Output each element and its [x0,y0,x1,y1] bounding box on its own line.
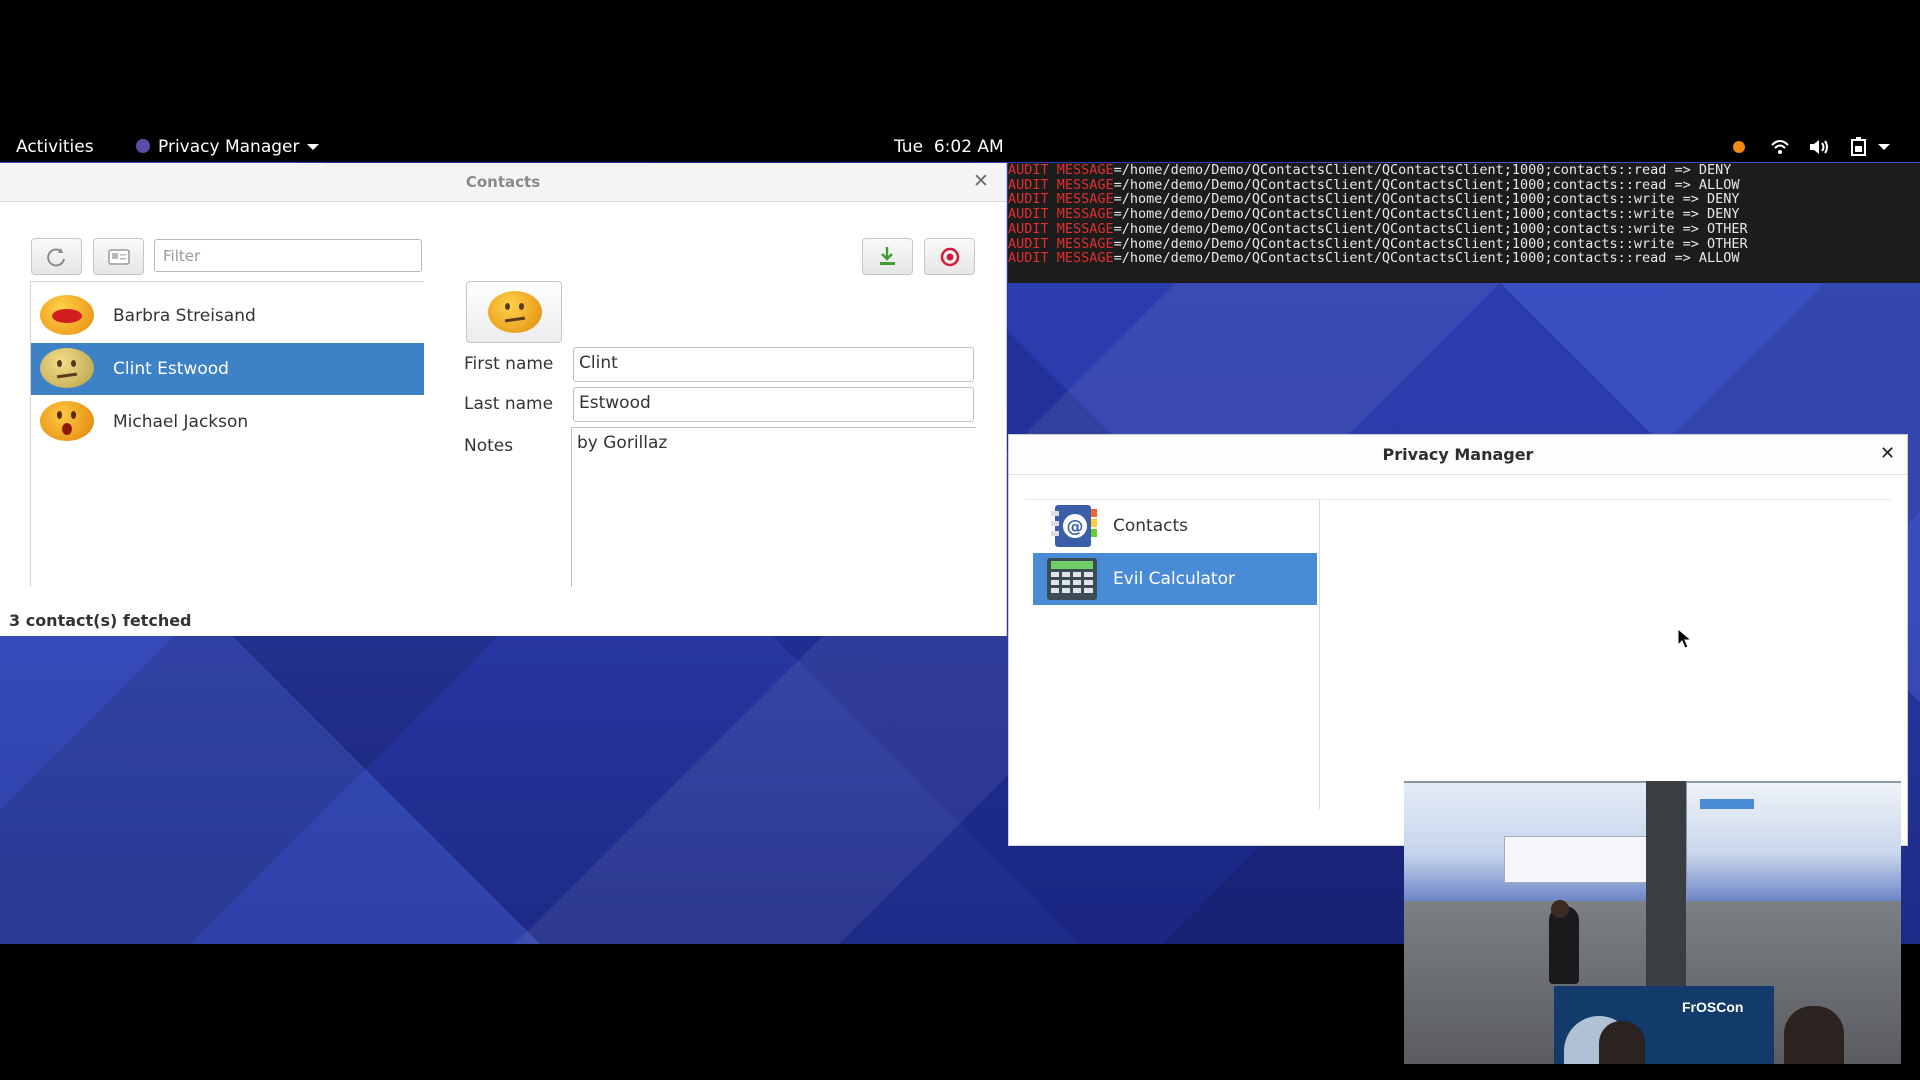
status-text: 3 contact(s) fetched [9,611,192,630]
contacts-titlebar: Contacts ✕ [0,163,1006,202]
system-menu-chevron-icon[interactable] [1878,144,1890,150]
kiss-emoji-icon [40,295,94,335]
chevron-down-icon [307,144,320,150]
contact-card-icon [108,249,130,265]
terminal-log: AUDIT MESSAGE=/home/demo/Demo/QContactsC… [1008,163,1920,283]
notes-label: Notes [464,436,514,456]
contact-name: Michael Jackson [113,412,249,432]
battery-icon[interactable] [1849,137,1869,157]
camera-inset: FrOSCon [1404,781,1901,1064]
contact-name: Barbra Streisand [113,306,256,326]
mouse-cursor-icon [1677,628,1693,649]
refresh-icon [47,248,65,267]
log-line: AUDIT MESSAGE=/home/demo/Demo/QContactsC… [1008,191,1740,208]
calculator-icon [1047,558,1097,600]
close-icon[interactable]: ✕ [973,170,989,192]
log-line: AUDIT MESSAGE=/home/demo/Demo/QContactsC… [1008,176,1740,193]
download-icon [880,247,895,265]
notes-field[interactable]: by Gorillaz [571,427,976,587]
notification-dot-icon[interactable] [1733,141,1745,153]
log-line: AUDIT MESSAGE=/home/demo/Demo/QContactsC… [1008,235,1748,252]
log-line: AUDIT MESSAGE=/home/demo/Demo/QContactsC… [1008,220,1748,237]
last-name-field[interactable]: Estwood [573,387,974,422]
audience-head [1599,1021,1645,1064]
speaker-head [1551,900,1569,918]
wifi-icon[interactable] [1770,138,1790,156]
app-name: Evil Calculator [1113,569,1235,589]
contact-name: Clint Estwood [113,359,229,379]
stop-icon [940,247,960,267]
log-line: AUDIT MESSAGE=/home/demo/Demo/QContactsC… [1008,250,1740,267]
first-name-field[interactable]: Clint [573,347,974,382]
first-name-label: First name [464,354,554,374]
new-contact-button[interactable] [93,238,144,275]
privacy-manager-icon [136,139,150,153]
delete-contact-button[interactable] [924,238,975,275]
contacts-window-title: Contacts [465,173,541,191]
app-item-evil-calculator[interactable]: Evil Calculator [1033,553,1317,605]
contact-item-michael-jackson[interactable]: Michael Jackson [31,396,424,448]
refresh-button[interactable] [31,238,82,275]
contacts-window: Contacts ✕ Barbr [0,163,1007,636]
close-icon[interactable]: ✕ [1880,443,1895,464]
privacy-window-title: Privacy Manager [1382,445,1534,464]
filter-input[interactable] [154,239,422,272]
last-name-label: Last name [464,394,554,414]
volume-icon[interactable] [1808,138,1830,156]
permissions-panel [1321,499,1891,809]
log-line: AUDIT MESSAGE=/home/demo/Demo/QContactsC… [1008,206,1740,223]
contact-list: Barbra Streisand Clint Estwood Michael J… [30,281,424,587]
conference-banner: FrOSCon [1682,999,1744,1015]
activities-button[interactable]: Activities [16,137,94,157]
contact-avatar-button[interactable] [466,281,562,343]
log-line: AUDIT MESSAGE=/home/demo/Demo/QContactsC… [1008,163,1732,178]
address-book-icon: @ [1051,505,1097,547]
speaker-figure [1549,906,1579,984]
top-bar: Activities Privacy Manager Tue 6:02 AM [0,132,1920,162]
surprised-emoji-icon [40,401,94,441]
audience-head [1784,1006,1844,1064]
privacy-titlebar: Privacy Manager ✕ [1009,435,1907,475]
save-contact-button[interactable] [862,238,913,275]
stage-pillar [1646,781,1686,991]
screen-selection-thumbnail [1700,799,1754,809]
app-menu[interactable]: Privacy Manager [136,137,320,157]
svg-text:@: @ [1067,517,1084,537]
app-name: Contacts [1113,516,1188,536]
app-list: @ Contacts Evil Calculator [1025,499,1320,809]
app-item-contacts[interactable]: @ Contacts [1033,500,1317,552]
screen-window-thumbnail [1504,836,1651,883]
clock[interactable]: Tue 6:02 AM [894,137,1004,157]
app-menu-label: Privacy Manager [158,137,300,157]
avatar-skeptical-emoji-icon [488,291,542,333]
contact-item-clint-estwood[interactable]: Clint Estwood [31,343,424,395]
skeptical-emoji-icon [40,348,94,388]
contact-item-barbra-streisand[interactable]: Barbra Streisand [31,290,424,342]
